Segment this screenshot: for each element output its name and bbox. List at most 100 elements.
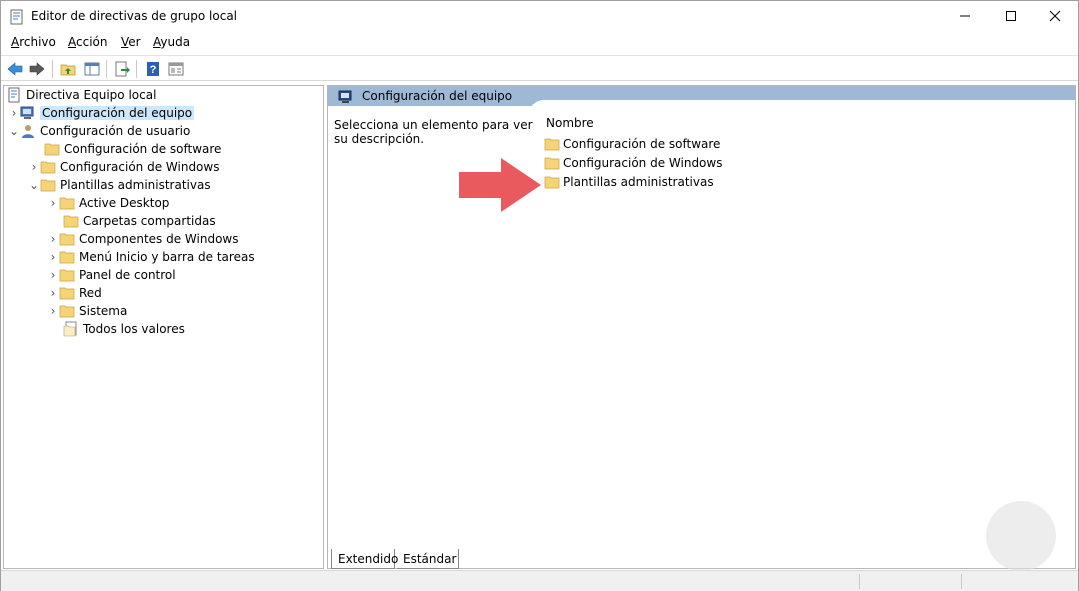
- chevron-down-icon[interactable]: ⌄: [28, 176, 40, 194]
- forward-button[interactable]: [27, 59, 47, 79]
- description-text: Selecciona un elemento para ver su descr…: [334, 118, 533, 146]
- computer-icon: [338, 90, 352, 103]
- tree-label: Plantillas administrativas: [60, 178, 211, 192]
- tree-label: Red: [79, 286, 102, 300]
- tree-item-computer-config[interactable]: › Configuración del equipo: [8, 104, 195, 122]
- up-level-button[interactable]: [58, 59, 78, 79]
- folder-icon: [59, 287, 75, 300]
- chevron-right-icon[interactable]: ›: [47, 194, 59, 212]
- folder-icon: [59, 233, 75, 246]
- list-item-admin-templates[interactable]: Plantillas administrativas: [544, 173, 714, 191]
- tree-item-user-config[interactable]: ⌄ Configuración de usuario: [8, 122, 190, 140]
- folder-icon: [44, 143, 60, 156]
- status-bar: [1, 570, 1078, 591]
- tree-label: Menú Inicio y barra de tareas: [79, 250, 255, 264]
- minimize-button[interactable]: [942, 1, 988, 31]
- show-hide-tree-button[interactable]: [82, 59, 102, 79]
- column-header-name[interactable]: Nombre: [546, 116, 594, 130]
- tree-label: Carpetas compartidas: [83, 214, 216, 228]
- tree-label: Active Desktop: [79, 196, 170, 210]
- tree-item-all-settings[interactable]: Todos los valores: [63, 320, 185, 338]
- chevron-right-icon[interactable]: ›: [47, 284, 59, 302]
- tree-label: Todos los valores: [83, 322, 185, 336]
- window-title: Editor de directivas de grupo local: [31, 9, 238, 23]
- chevron-right-icon[interactable]: ›: [47, 302, 59, 320]
- tree-label: Sistema: [79, 304, 128, 318]
- tree-item-active-desktop[interactable]: › Active Desktop: [47, 194, 170, 212]
- chevron-right-icon[interactable]: ›: [47, 248, 59, 266]
- close-icon: [1049, 10, 1061, 22]
- policy-app-icon: [10, 9, 23, 25]
- tree-label: Configuración del equipo: [40, 106, 195, 120]
- back-button[interactable]: [5, 59, 25, 79]
- chevron-right-icon[interactable]: ›: [47, 266, 59, 284]
- red-arrow-annotation: [459, 158, 541, 212]
- maximize-button[interactable]: [988, 1, 1034, 31]
- policy-document-icon: [8, 87, 20, 103]
- tree-item-windows-config[interactable]: › Configuración de Windows: [28, 158, 220, 176]
- chevron-right-icon[interactable]: ›: [8, 104, 20, 122]
- chevron-down-icon[interactable]: ⌄: [8, 122, 20, 140]
- tree-item-start-menu[interactable]: › Menú Inicio y barra de tareas: [47, 248, 255, 266]
- tree-label: Panel de control: [79, 268, 176, 282]
- forward-arrow-icon: [29, 62, 45, 76]
- tree-label: Directiva Equipo local: [26, 88, 157, 102]
- gpedit-window: Editor de directivas de grupo local Arch…: [0, 0, 1079, 591]
- folder-icon: [544, 157, 560, 170]
- tab-extended[interactable]: Extendido: [331, 549, 398, 569]
- menu-ayuda[interactable]: Ayuda: [153, 35, 190, 49]
- tree-label: Configuración de usuario: [40, 124, 191, 138]
- console-tree-icon: [84, 62, 100, 76]
- close-button[interactable]: [1032, 1, 1078, 31]
- user-icon: [22, 125, 34, 138]
- title-bar: Editor de directivas de grupo local: [1, 1, 1078, 31]
- tree-item-admin-templates[interactable]: ⌄ Plantillas administrativas: [28, 176, 211, 194]
- menu-accion[interactable]: Acción: [68, 35, 107, 49]
- folder-icon: [59, 269, 75, 282]
- tree-label: Componentes de Windows: [79, 232, 239, 246]
- computer-icon: [20, 106, 34, 119]
- tree-item-root[interactable]: Directiva Equipo local: [6, 86, 156, 104]
- chevron-right-icon[interactable]: ›: [47, 230, 59, 248]
- menu-ver[interactable]: Ver: [121, 35, 141, 49]
- settings-list-icon: [63, 321, 77, 337]
- console-tree: Directiva Equipo local › Configuración d…: [3, 85, 324, 569]
- folder-icon: [59, 305, 75, 318]
- list-item-software-config[interactable]: Configuración de software: [544, 135, 720, 153]
- list-item-label: Plantillas administrativas: [563, 175, 714, 189]
- header-curve: [528, 100, 1075, 124]
- folder-icon: [40, 161, 56, 174]
- folder-icon: [40, 179, 56, 192]
- details-pane: Configuración del equipo Selecciona un e…: [327, 85, 1076, 569]
- list-item-windows-config[interactable]: Configuración de Windows: [544, 154, 722, 172]
- back-arrow-icon: [7, 62, 23, 76]
- tree-item-control-panel[interactable]: › Panel de control: [47, 266, 176, 284]
- help-icon: ?: [147, 62, 159, 76]
- export-list-button[interactable]: [112, 59, 132, 79]
- tree-item-shared-folders[interactable]: Carpetas compartidas: [63, 212, 216, 230]
- properties-button[interactable]: [166, 59, 186, 79]
- chevron-right-icon[interactable]: ›: [28, 158, 40, 176]
- folder-up-icon: [60, 64, 76, 76]
- properties-icon: [168, 62, 184, 76]
- minimize-icon: [960, 15, 970, 17]
- maximize-icon: [1006, 11, 1016, 21]
- menu-archivo[interactable]: Archivo: [11, 35, 56, 49]
- folder-icon: [544, 176, 560, 189]
- tree-label: Configuración de Windows: [60, 160, 220, 174]
- details-header-title: Configuración del equipo: [362, 89, 513, 103]
- folder-icon: [59, 251, 75, 264]
- export-list-icon: [115, 61, 130, 77]
- tree-item-system[interactable]: › Sistema: [47, 302, 128, 320]
- watermark-logo: [986, 501, 1056, 571]
- tree-item-software-config[interactable]: Configuración de software: [44, 140, 221, 158]
- tree-item-network[interactable]: › Red: [47, 284, 102, 302]
- folder-icon: [63, 215, 79, 228]
- toolbar: ?: [1, 55, 1078, 81]
- tab-standard[interactable]: Estándar: [397, 549, 459, 569]
- list-item-label: Configuración de Windows: [563, 156, 723, 170]
- tree-label: Configuración de software: [64, 142, 222, 156]
- menu-bar: Archivo Acción Ver Ayuda: [1, 32, 1078, 54]
- help-button[interactable]: ?: [143, 59, 163, 79]
- tree-item-windows-components[interactable]: › Componentes de Windows: [47, 230, 239, 248]
